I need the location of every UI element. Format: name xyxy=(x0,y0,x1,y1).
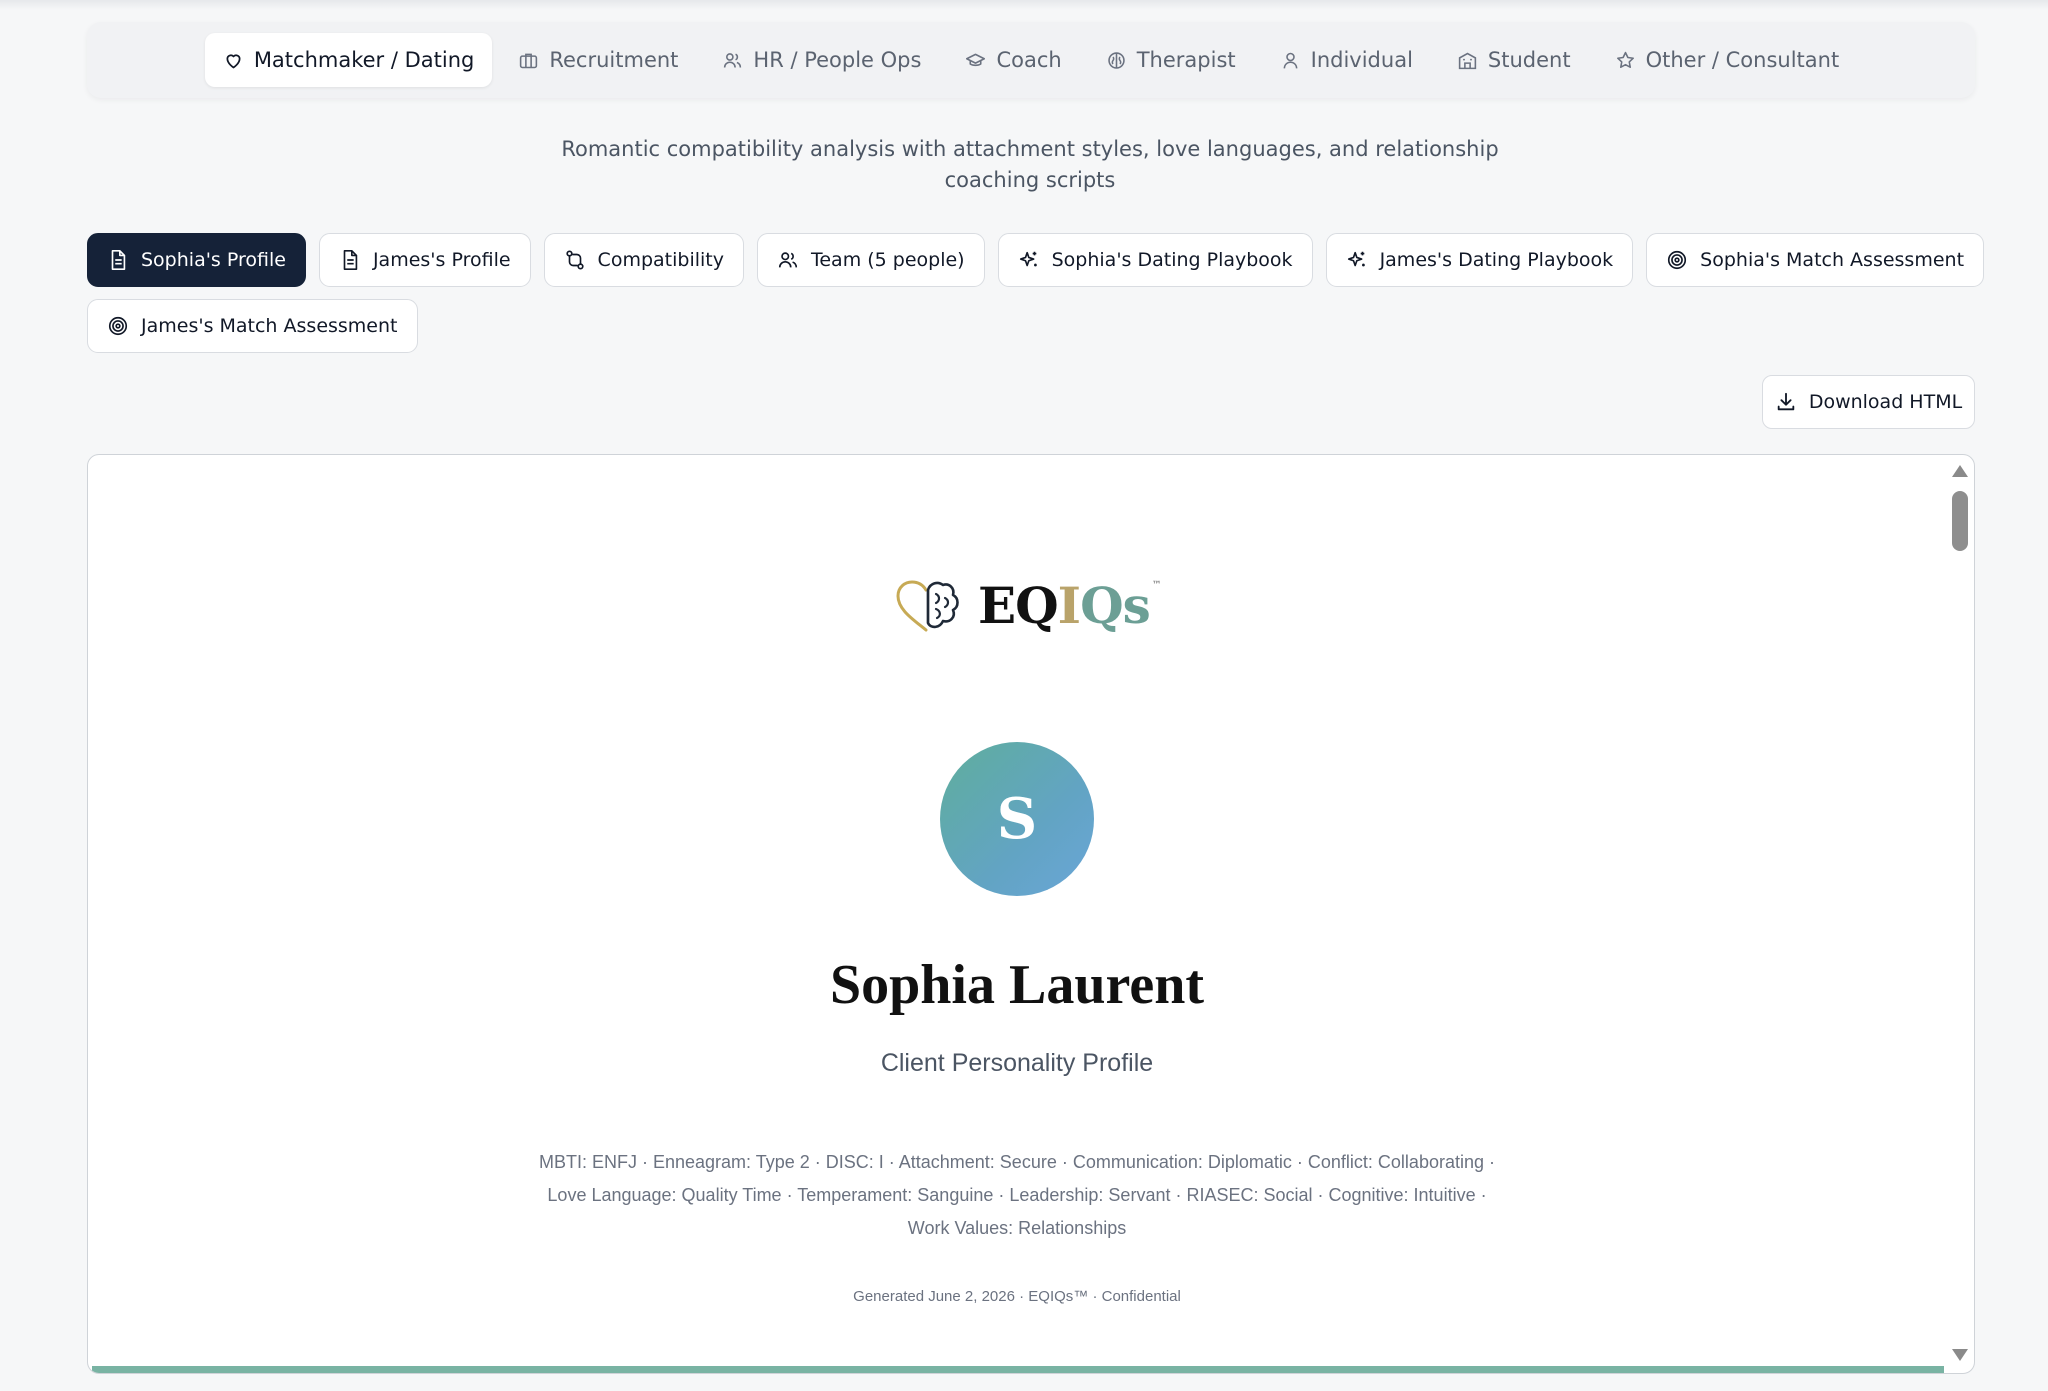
graduation-cap-icon xyxy=(966,53,986,66)
sparkles-icon xyxy=(1019,251,1037,267)
report-tab-list: Sophia's Profile James's Profile Compati… xyxy=(87,233,1987,353)
target-icon xyxy=(108,316,128,336)
category-tab-bar: Matchmaker / Dating Recruitment HR / Peo… xyxy=(87,22,1975,98)
scroll-up-arrow[interactable] xyxy=(1952,465,1968,477)
tab-james-dating-playbook[interactable]: James's Dating Playbook xyxy=(1325,233,1634,287)
client-name: Sophia Laurent xyxy=(830,954,1204,1016)
tab-label: Student xyxy=(1487,48,1571,72)
client-subtitle: Client Personality Profile xyxy=(880,1049,1154,1077)
tab-james-profile[interactable]: James's Profile xyxy=(318,233,531,287)
tab-hr-people-ops[interactable]: HR / People Ops xyxy=(704,33,939,87)
top-shadow xyxy=(0,0,2048,10)
tab-label: Individual xyxy=(1310,48,1413,72)
tab-sophias-dating-playbook[interactable]: Sophia's Dating Playbook xyxy=(997,233,1313,287)
tab-matchmaker-dating[interactable]: Matchmaker / Dating xyxy=(204,33,493,87)
school-icon xyxy=(1458,52,1477,69)
star-icon xyxy=(1616,51,1634,68)
generated-note: Generated June 2, 2026 · EQIQs™ · Confid… xyxy=(853,1288,1181,1305)
document-icon xyxy=(343,250,358,270)
target-icon xyxy=(1668,250,1687,270)
download-icon xyxy=(1777,392,1795,411)
scroll-down-arrow[interactable] xyxy=(1952,1349,1968,1361)
heart-icon xyxy=(226,53,241,68)
tab-label: HR / People Ops xyxy=(753,48,922,72)
tab-label: James's Dating Playbook xyxy=(1379,249,1614,271)
tab-label: James's Match Assessment xyxy=(141,315,398,337)
tab-label: Team (5 people) xyxy=(810,249,965,271)
heart-brain-logo-icon xyxy=(896,580,959,632)
tab-label: James's Profile xyxy=(372,249,511,271)
logo-wordmark: EQIQs ™ xyxy=(978,576,1162,635)
download-html-button[interactable]: Download HTML xyxy=(1762,375,1975,429)
tab-label: Sophia's Dating Playbook xyxy=(1051,249,1293,271)
eqiqs-logo: EQIQs ™ xyxy=(892,576,1162,636)
tab-label: Sophia's Match Assessment xyxy=(1700,249,1965,271)
user-icon xyxy=(1283,52,1298,68)
users-icon xyxy=(778,252,798,268)
tab-therapist[interactable]: Therapist xyxy=(1088,33,1254,87)
tab-student[interactable]: Student xyxy=(1439,33,1589,87)
report-preview-frame[interactable]: EQIQs ™ S Sophia Laurent Client Personali… xyxy=(87,454,1975,1374)
document-icon xyxy=(111,250,126,270)
tab-james-match-assessment[interactable]: James's Match Assessment xyxy=(87,299,418,353)
tab-label: Compatibility xyxy=(597,249,724,271)
tab-team[interactable]: Team (5 people) xyxy=(756,233,985,287)
page-subtitle: Romantic compatibility analysis with att… xyxy=(561,137,1499,192)
briefcase-icon xyxy=(520,53,538,68)
tab-sophias-profile[interactable]: Sophia's Profile xyxy=(87,233,306,287)
scrollbar-thumb[interactable] xyxy=(1952,491,1968,551)
tab-label: Recruitment xyxy=(549,48,679,72)
sparkles-icon xyxy=(1347,251,1365,267)
tab-sophias-match-assessment[interactable]: Sophia's Match Assessment xyxy=(1646,233,1985,287)
avatar: S xyxy=(940,742,1094,896)
tab-label: Coach xyxy=(996,48,1062,72)
tab-recruitment[interactable]: Recruitment xyxy=(500,33,696,87)
users-icon xyxy=(724,52,742,68)
tab-label: Therapist xyxy=(1136,48,1236,72)
tab-other-consultant[interactable]: Other / Consultant xyxy=(1597,33,1858,87)
tab-individual[interactable]: Individual xyxy=(1262,33,1431,87)
brain-icon xyxy=(1107,51,1125,69)
tab-label: Matchmaker / Dating xyxy=(253,48,475,72)
personality-traits-summary: MBTI: ENFJ · Enneagram: Type 2 · DISC: I… xyxy=(538,1152,1495,1238)
tab-compatibility[interactable]: Compatibility xyxy=(543,233,744,287)
accent-divider xyxy=(92,1366,1944,1373)
compare-arrows-icon xyxy=(565,250,584,270)
download-label: Download HTML xyxy=(1808,391,1963,413)
tab-label: Other / Consultant xyxy=(1645,48,1840,72)
tab-label: Sophia's Profile xyxy=(141,249,286,271)
tab-coach[interactable]: Coach xyxy=(947,33,1079,87)
